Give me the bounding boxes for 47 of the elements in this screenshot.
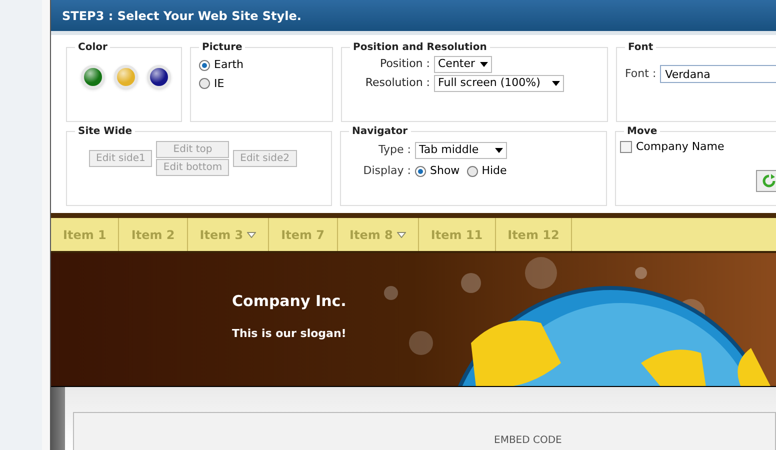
field-label: Display : — [362, 163, 411, 179]
menu-item[interactable]: Item 11 — [418, 218, 496, 251]
field-label: Type : — [378, 142, 411, 158]
group-title: Move — [626, 125, 658, 139]
menu-item[interactable]: Item 2 — [119, 218, 188, 251]
font-input-field[interactable]: Verdana — [660, 65, 776, 83]
dropdown-arrow-icon — [247, 232, 256, 238]
group-title: Color — [77, 41, 108, 55]
menu-item[interactable]: Item 1 — [51, 218, 120, 251]
menu-item[interactable]: Item 12 — [496, 218, 572, 251]
color-swatch[interactable] — [81, 65, 105, 89]
radio-label: IE — [214, 76, 224, 92]
radio-button[interactable] — [466, 166, 478, 177]
group-title: Picture — [201, 41, 244, 55]
color-swatch[interactable] — [114, 65, 138, 89]
company-name: Company Inc. — [232, 291, 346, 312]
group-title: Font — [627, 41, 654, 55]
dropdown[interactable]: Center — [434, 56, 492, 73]
checkbox[interactable] — [620, 141, 632, 154]
field-label: Font : — [625, 66, 656, 82]
dropdown[interactable]: Full screen (100%) — [434, 75, 564, 92]
radio-button[interactable] — [199, 60, 210, 71]
radio-label: Earth — [214, 57, 244, 73]
group-title: Navigator — [351, 125, 409, 139]
dropdown-arrow-icon — [396, 232, 406, 238]
menu-item[interactable]: Item 8 — [338, 218, 419, 251]
group-title: Site Wide — [77, 125, 134, 139]
color-swatch[interactable] — [147, 65, 171, 89]
menu-item[interactable]: Item 7 — [269, 218, 338, 251]
embed-code-label: EMBED CODE — [494, 435, 562, 446]
radio-button[interactable] — [199, 78, 210, 90]
caret-icon — [552, 81, 560, 86]
field-label: Position : — [378, 56, 430, 72]
field-label: Resolution : — [364, 75, 430, 92]
dropdown[interactable]: Tab middle — [415, 142, 507, 159]
radio-label: Hide — [482, 163, 507, 179]
radio-button[interactable] — [415, 166, 426, 177]
menu-item[interactable]: Item 3 — [188, 218, 270, 251]
slogan: This is our slogan! — [232, 326, 346, 342]
caret-icon — [495, 148, 503, 153]
caret-icon — [480, 62, 488, 67]
checkbox-label: Company Name — [636, 139, 724, 155]
group-title: Position and Resolution — [352, 41, 488, 55]
step-title: STEP3 : Select Your Web Site Style. — [62, 8, 302, 24]
radio-label: Show — [430, 163, 460, 179]
refresh-button[interactable] — [756, 170, 776, 192]
sidebar-strip — [51, 387, 65, 450]
